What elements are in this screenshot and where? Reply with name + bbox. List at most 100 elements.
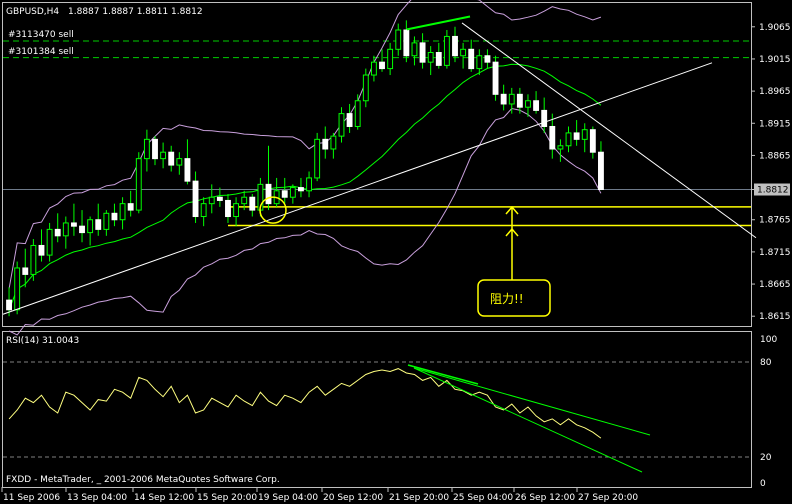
price-tick-label: 1.8665 [759, 280, 791, 290]
candle-bull [565, 132, 572, 147]
candle-bull [30, 244, 37, 275]
rsi-level-80: 80 [760, 358, 772, 368]
candle-bear [516, 93, 523, 108]
candle-bull [508, 93, 515, 105]
candle-bear [452, 35, 458, 57]
candle-bear [541, 109, 548, 127]
time-tick-label: 11 Sep 2006 [3, 493, 60, 503]
rsi-level-0: 0 [760, 479, 766, 489]
candle-bull [427, 52, 434, 63]
candle-bull [119, 203, 126, 221]
candle-bull [476, 55, 483, 70]
price-tick-label: 1.8865 [759, 151, 791, 161]
time-tick-label: 21 Sep 20:00 [389, 493, 449, 503]
candle-bull [354, 100, 361, 127]
candle-bear [589, 129, 596, 153]
candle-bull [208, 196, 215, 205]
candle-bull [370, 61, 377, 76]
candle-bear [6, 299, 12, 311]
candle-bull [443, 35, 450, 66]
time-tick-label: 14 Sep 12:00 [134, 493, 194, 503]
rsi-level-20: 20 [760, 453, 772, 463]
chart-background [0, 0, 792, 504]
candle-bull [14, 267, 21, 311]
symbol-label: GBPUSD,H4 [6, 7, 59, 17]
time-tick-label: 25 Sep 04:00 [453, 493, 513, 503]
candle-bear [127, 203, 134, 211]
candle-bull [87, 219, 94, 234]
time-tick-label: 19 Sep 04:00 [258, 493, 318, 503]
candle-bear [346, 113, 353, 127]
candle-bull [460, 48, 467, 57]
candle-bear [573, 132, 580, 140]
candle-bull [314, 138, 321, 179]
candle-bull [103, 212, 110, 230]
candle-bear [549, 125, 556, 150]
candle-bull [581, 129, 588, 140]
candle-bear [435, 52, 442, 66]
rsi-label: RSI(14) 31.0043 [6, 336, 79, 346]
candle-bear [281, 190, 288, 198]
candle-bull [176, 158, 183, 166]
candle-bear [79, 225, 85, 234]
candle-bear [249, 196, 256, 211]
candle-bull [289, 187, 296, 198]
price-tick-label: 1.9065 [759, 23, 791, 33]
current-price-label: 1.8812 [757, 186, 789, 196]
candle-bull [241, 196, 248, 205]
rsi-level-100: 100 [760, 335, 777, 345]
candle-bear [598, 151, 604, 191]
candle-bear [484, 55, 491, 63]
candle-bull [306, 177, 312, 192]
candle-bear [168, 151, 175, 166]
candle-bear [54, 228, 61, 237]
candle-bear [492, 61, 499, 95]
candle-bear [192, 180, 199, 218]
candle-bear [403, 29, 410, 57]
order-label-1[interactable]: #3113470 sell [8, 30, 74, 40]
candle-bull [62, 222, 69, 237]
candle-bear [95, 219, 102, 230]
candle-bull [233, 203, 240, 218]
candle-bull [135, 158, 142, 211]
candle-bear [298, 187, 304, 192]
candle-bull [395, 29, 402, 50]
candle-bear [38, 244, 45, 256]
candle-bear [111, 212, 118, 221]
candle-bull [411, 42, 418, 57]
candle-bull [387, 48, 394, 70]
time-tick-label: 13 Sep 04:00 [67, 493, 127, 503]
candle-bull [525, 100, 531, 108]
order-label-2[interactable]: #3101384 sell [8, 47, 74, 57]
candle-bear [468, 48, 475, 70]
candle-bull [46, 228, 53, 256]
price-tick-label: 1.8965 [759, 87, 791, 97]
candle-bull [362, 74, 369, 102]
annotation-text: 阻力!! [490, 292, 524, 306]
candle-bear [322, 138, 329, 150]
price-tick-label: 1.8915 [759, 119, 791, 129]
candle-bear [70, 222, 77, 227]
price-tick-label: 1.8615 [759, 312, 791, 322]
candle-bear [419, 42, 426, 63]
time-tick-label: 27 Sep 20:00 [578, 493, 638, 503]
candle-bull [338, 113, 345, 137]
candle-bear [379, 61, 385, 70]
candle-bull [160, 151, 167, 160]
candle-bear [265, 183, 272, 205]
time-tick-label: 26 Sep 12:00 [515, 493, 575, 503]
copyright-text: FXDD - MetaTrader, _ 2001-2006 MetaQuote… [6, 475, 280, 485]
candle-bear [500, 93, 507, 105]
candle-bull [200, 203, 207, 218]
candle-bear [533, 100, 540, 111]
candle-bull [557, 145, 564, 150]
time-tick-label: 20 Sep 12:00 [323, 493, 383, 503]
price-tick-label: 1.8765 [759, 216, 791, 226]
candle-bear [225, 199, 231, 218]
candle-bull [330, 135, 337, 150]
candle-bear [216, 196, 223, 201]
chart-window[interactable]: GBPUSD,H4 1.8887 1.8887 1.8811 1.8812 #3… [0, 0, 792, 504]
price-tick-label: 1.9015 [759, 55, 791, 65]
candle-bear [184, 158, 191, 182]
candle-bear [152, 138, 158, 160]
